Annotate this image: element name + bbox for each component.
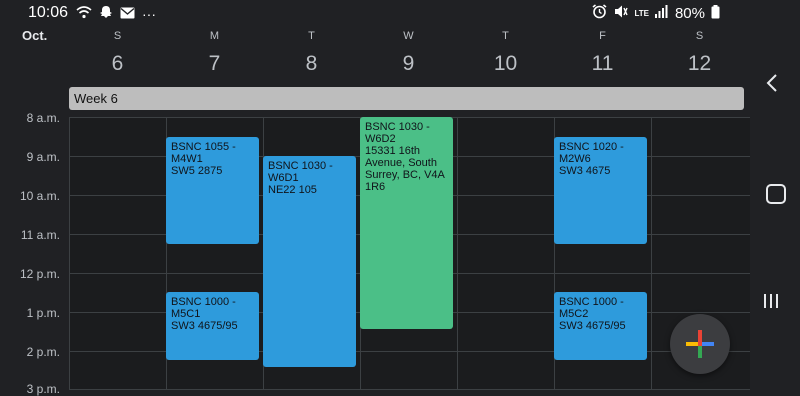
day-header-tue[interactable]: T 8 [263,28,360,76]
event-card[interactable]: BSNC 1020 - M2W6 SW3 4675 [554,137,647,244]
event-location: SW3 4675 [559,165,611,177]
add-event-button[interactable] [670,314,730,374]
event-title: BSNC 1000 - M5C1 [171,296,236,320]
event-location: SW3 4675/95 [171,320,238,332]
time-label: 1 p.m. [26,306,60,320]
status-system-icons: LTE 80% [592,4,720,22]
event-card[interactable]: BSNC 1055 - M4W1 SW5 2875 [166,137,259,244]
day-of-week: T [502,30,509,42]
wifi-icon [76,5,92,22]
day-number: 11 [591,52,614,75]
day-of-week: S [695,30,704,42]
recent-apps-icon[interactable] [764,294,778,308]
battery-percent: 80% [674,4,705,22]
system-nav-bar [750,0,800,390]
week-grid[interactable]: BSNC 1055 - M4W1 SW5 2875 BSNC 1030 - W6… [69,117,750,390]
event-title: BSNC 1030 - W6D1 [268,160,333,184]
day-header-wed[interactable]: W 9 [360,28,457,76]
day-of-week: F [599,30,606,42]
event-card[interactable]: BSNC 1030 - W6D2 15331 16th Avenue, Sout… [360,117,453,329]
event-title: BSNC 1020 - M2W6 [559,141,624,165]
event-location: NE22 105 [268,184,317,196]
day-number: 10 [493,52,518,75]
day-number: 9 [402,52,415,75]
more-notifications-icon: ··· [142,5,156,22]
network-type-label: LTE [634,8,649,18]
back-icon[interactable] [766,72,778,98]
time-label: 2 p.m. [26,345,60,359]
day-of-week: T [308,30,315,42]
status-notification-icons: ··· [76,5,156,22]
home-icon[interactable] [766,184,786,204]
event-card[interactable]: BSNC 1000 - M5C1 SW3 4675/95 [166,292,259,360]
time-label: 10 a.m. [19,189,60,203]
time-label: 9 a.m. [26,150,60,164]
time-label: 11 a.m. [20,228,60,242]
mute-icon [613,4,629,22]
event-title: BSNC 1055 - M4W1 [171,141,236,165]
status-bar: 10:06 ··· LTE 80% [0,0,750,28]
day-divider [651,117,652,390]
day-header-sun[interactable]: S 6 [69,28,166,76]
day-divider [457,117,458,390]
battery-icon [711,4,720,22]
day-header-fri[interactable]: F 11 [554,28,651,76]
add-icon [686,330,714,358]
day-of-week: W [403,30,414,42]
day-header-mon[interactable]: M 7 [166,28,263,76]
event-card[interactable]: BSNC 1000 - M5C2 SW3 4675/95 [554,292,647,360]
day-number: 12 [687,52,712,75]
day-number: 6 [111,52,124,75]
day-number: 7 [208,52,221,75]
time-label: 12 p.m. [19,267,60,281]
event-title: BSNC 1000 - M5C2 [559,296,624,320]
month-label: Oct. [22,28,48,43]
day-number: 8 [305,52,318,75]
day-of-week: M [209,30,220,42]
day-header-sat[interactable]: S 12 [651,28,748,76]
event-location: SW3 4675/95 [559,320,626,332]
day-header-thu[interactable]: T 10 [457,28,554,76]
alarm-icon [592,4,607,22]
event-card[interactable]: BSNC 1030 - W6D1 NE22 105 [263,156,356,367]
event-title: BSNC 1030 - W6D2 [365,121,430,145]
day-divider [69,117,70,390]
signal-icon [654,5,669,21]
snapchat-icon [99,5,113,22]
time-label: 8 a.m. [26,111,60,125]
event-location: SW5 2875 [171,165,223,177]
week-banner[interactable]: Week 6 [69,87,744,110]
mail-icon [120,6,135,22]
time-label: 3 p.m. [26,382,60,396]
day-of-week: S [113,30,122,42]
event-location: 15331 16th Avenue, South Surrey, BC, V4A… [365,145,445,193]
status-time: 10:06 [28,4,69,21]
